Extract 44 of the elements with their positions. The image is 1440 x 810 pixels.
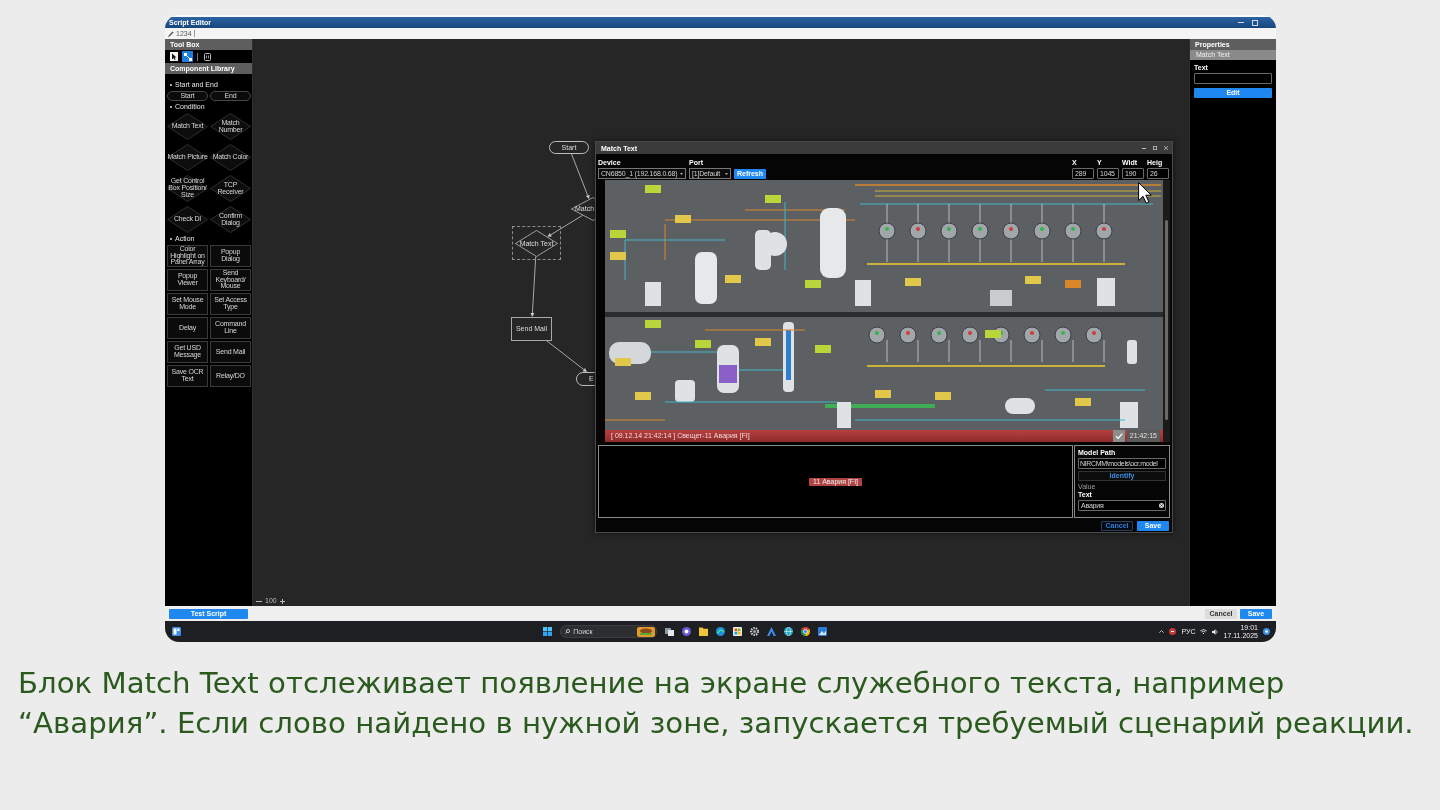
pointer-tool-button[interactable] [168,51,179,62]
trash-icon [204,52,211,61]
volume-icon[interactable] [1212,628,1219,635]
pencil-icon [168,30,174,37]
circle-logo-icon[interactable] [801,627,811,636]
chevron-up-icon[interactable] [1159,630,1165,633]
delete-tool-button[interactable] [202,51,213,62]
scrollbar[interactable] [1163,180,1170,442]
globe-icon[interactable] [784,627,794,636]
search-highlight-drawing [637,626,656,637]
browser-icon[interactable] [716,627,726,636]
pointer-icon [169,52,178,61]
caption-text: Блок Match Text отслеживает появление на экране служебного текста, например “Авария”. Если слово найдено в нужной зоне, запускается требуемый сценарий реакции. [18,665,1415,742]
connector-tool-button[interactable] [182,51,193,62]
start-icon[interactable] [543,627,553,636]
scroll-thumb[interactable] [1165,220,1168,420]
connector-arrow [530,256,537,317]
task-view-icon[interactable] [665,627,675,636]
minimize-icon[interactable] [1142,147,1146,149]
search-icon [565,629,571,634]
caret-icon [725,172,728,175]
caret-icon [680,172,683,175]
gear-icon[interactable] [750,627,760,636]
wifi-icon[interactable] [1200,629,1208,634]
cursor-icon [1138,182,1152,204]
zoom-in-icon[interactable] [279,598,285,604]
chat-icon[interactable] [682,627,692,636]
connector-arrow [571,153,590,200]
connector-arrow [547,214,584,237]
triangle-logo-icon[interactable] [767,627,777,636]
maximize-icon[interactable] [1153,146,1157,150]
clear-icon[interactable] [1159,503,1164,508]
widgets-icon[interactable] [172,627,181,636]
check-icon[interactable] [1112,430,1125,442]
tray-app-icon[interactable] [1169,628,1177,635]
notification-icon[interactable] [1263,628,1270,635]
folder-icon[interactable] [699,627,709,636]
restore-icon[interactable] [1252,19,1258,26]
close-icon[interactable] [1164,146,1168,150]
store-icon[interactable] [733,627,743,636]
connector-icon [183,52,192,61]
text-field[interactable] [1194,73,1272,84]
image-app-icon[interactable] [818,627,828,636]
connector-arrow [546,340,587,372]
